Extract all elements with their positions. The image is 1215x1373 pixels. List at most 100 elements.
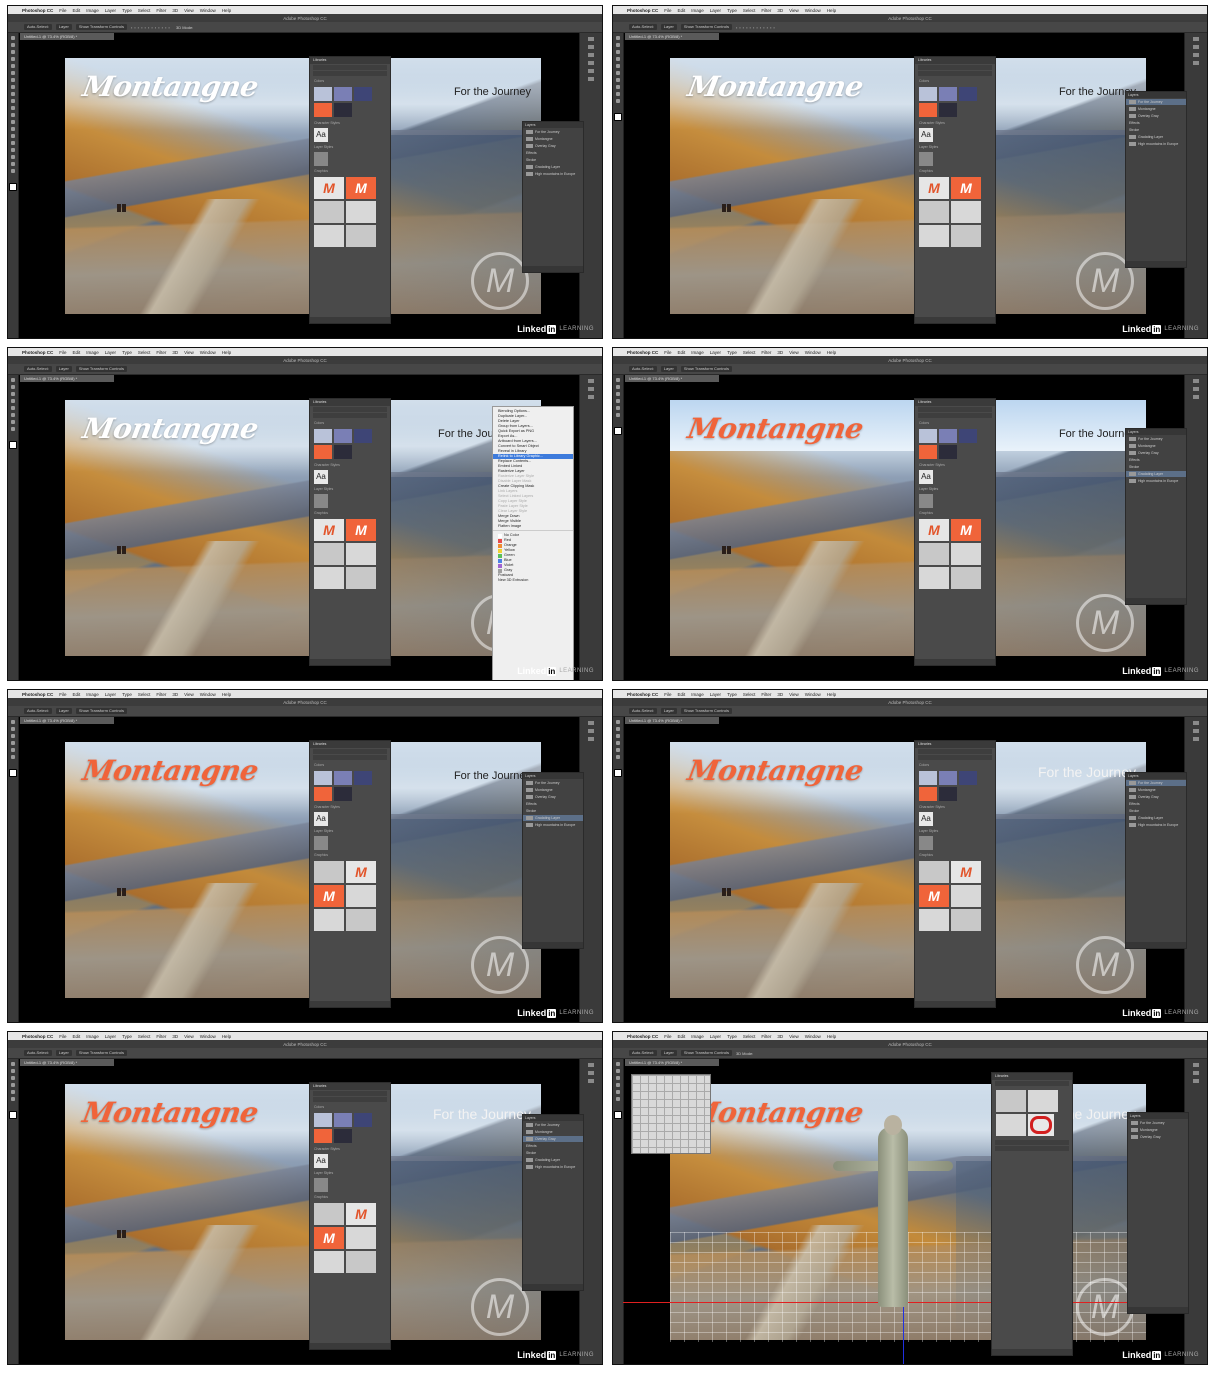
graphic-item[interactable] — [919, 201, 949, 223]
shape-tool-icon[interactable] — [11, 155, 15, 159]
layer-row[interactable]: Stroke — [1126, 464, 1186, 470]
app-menu[interactable]: Photoshop CC — [627, 1034, 658, 1039]
graphic-item[interactable] — [314, 909, 344, 931]
move-tool-icon[interactable] — [11, 36, 15, 40]
auto-select-toggle[interactable]: Auto-Select: — [24, 1050, 52, 1056]
swatch[interactable] — [919, 445, 937, 459]
document-tab[interactable]: Untitled-1 @ 73.4% (RGB/8) * — [20, 33, 114, 40]
dock-icon[interactable] — [1193, 379, 1199, 383]
layer-row[interactable]: Gradating Layer — [1126, 815, 1186, 821]
graphic-item[interactable] — [346, 543, 376, 565]
menu-window[interactable]: Window — [200, 8, 216, 13]
layer-row[interactable]: Gradating Layer — [523, 815, 583, 821]
menu-file[interactable]: File — [664, 8, 671, 13]
graphic-logo-item[interactable]: M — [314, 885, 344, 907]
type-tool-icon[interactable] — [11, 427, 15, 431]
move-tool-icon[interactable] — [616, 36, 620, 40]
menu-edit[interactable]: Edit — [678, 692, 686, 697]
move-tool-icon[interactable] — [11, 1062, 15, 1066]
dock-icon[interactable] — [588, 729, 594, 733]
graphic-item[interactable] — [314, 225, 344, 247]
brush-tool-icon[interactable] — [616, 406, 620, 410]
swatch[interactable] — [314, 429, 332, 443]
brush-tool-icon[interactable] — [11, 406, 15, 410]
lasso-tool-icon[interactable] — [616, 734, 620, 738]
dock-icon[interactable] — [588, 53, 594, 57]
swatch[interactable] — [919, 103, 937, 117]
library-item[interactable] — [995, 1146, 1069, 1151]
type-tool-icon[interactable] — [616, 755, 620, 759]
auto-select-toggle[interactable]: Auto-Select: — [629, 708, 657, 714]
menu-type[interactable]: Type — [727, 692, 737, 697]
menu-type[interactable]: Type — [727, 8, 737, 13]
pen-tool-icon[interactable] — [11, 420, 15, 424]
show-transform-checkbox[interactable]: Show Transform Controls — [680, 24, 732, 30]
swatch[interactable] — [314, 87, 332, 101]
menu-layer[interactable]: Layer — [710, 8, 721, 13]
crop-tool-icon[interactable] — [11, 741, 15, 745]
layer-row[interactable]: Stroke — [1126, 808, 1186, 814]
crop-tool-icon[interactable] — [616, 741, 620, 745]
menu-type[interactable]: Type — [122, 8, 132, 13]
show-transform-checkbox[interactable]: Show Transform Controls — [75, 366, 127, 372]
menu-help[interactable]: Help — [222, 350, 231, 355]
graphic-item[interactable] — [314, 1203, 344, 1225]
color-swatch-icon[interactable] — [614, 1111, 622, 1119]
layer-row[interactable]: Gradating Layer — [1126, 134, 1186, 140]
menu-type[interactable]: Type — [122, 350, 132, 355]
character-style-item[interactable]: Aa — [314, 470, 328, 484]
layer-row[interactable]: For the Journey — [1126, 99, 1186, 105]
type-tool-icon[interactable] — [616, 413, 620, 417]
swatch[interactable] — [919, 771, 937, 785]
layer-style-item[interactable] — [314, 836, 328, 850]
type-tool-icon[interactable] — [11, 1097, 15, 1101]
menu-help[interactable]: Help — [222, 692, 231, 697]
swatch[interactable] — [354, 429, 372, 443]
color-swatch-icon[interactable] — [9, 769, 17, 777]
swatch[interactable] — [334, 1113, 352, 1127]
menu-layer[interactable]: Layer — [710, 350, 721, 355]
menu-layer[interactable]: Layer — [105, 8, 116, 13]
dock-icon[interactable] — [588, 721, 594, 725]
menu-filter[interactable]: Filter — [761, 350, 771, 355]
auto-select-dropdown[interactable]: Layer — [660, 24, 677, 30]
menu-image[interactable]: Image — [691, 350, 704, 355]
menu-select[interactable]: Select — [743, 350, 756, 355]
menu-3d[interactable]: 3D — [172, 350, 178, 355]
graphic-logo-item[interactable]: M — [346, 1203, 376, 1225]
lasso-tool-icon[interactable] — [616, 392, 620, 396]
lasso-tool-icon[interactable] — [616, 1076, 620, 1080]
layer-row[interactable]: Montangne — [523, 1129, 583, 1135]
app-menu[interactable]: Photoshop CC — [627, 8, 658, 13]
document-tab[interactable]: Untitled-1 @ 73.4% (RGB/8) * — [625, 33, 719, 40]
menu-file[interactable]: File — [59, 692, 66, 697]
layer-row[interactable]: For the Journey — [523, 129, 583, 135]
menu-image[interactable]: Image — [691, 8, 704, 13]
swatch[interactable] — [334, 87, 352, 101]
app-menu[interactable]: Photoshop CC — [627, 692, 658, 697]
character-style-item[interactable]: Aa — [919, 812, 933, 826]
menu-window[interactable]: Window — [805, 8, 821, 13]
swatch[interactable] — [314, 445, 332, 459]
menu-select[interactable]: Select — [743, 1034, 756, 1039]
menu-select[interactable]: Select — [138, 350, 151, 355]
app-menu[interactable]: Photoshop CC — [22, 692, 53, 697]
layer-row[interactable]: Stroke — [523, 1150, 583, 1156]
menu-view[interactable]: View — [789, 1034, 799, 1039]
lasso-tool-icon[interactable] — [616, 50, 620, 54]
menu-filter[interactable]: Filter — [761, 8, 771, 13]
auto-select-dropdown[interactable]: Layer — [55, 1050, 72, 1056]
swatch[interactable] — [939, 103, 957, 117]
menu-3d[interactable]: 3D — [172, 8, 178, 13]
color-swatch-icon[interactable] — [614, 113, 622, 121]
menu-3d[interactable]: 3D — [777, 8, 783, 13]
graphic-logo-item[interactable]: M — [314, 177, 344, 199]
type-tool-icon[interactable] — [616, 1097, 620, 1101]
layer-style-item[interactable] — [919, 836, 933, 850]
pen-tool-icon[interactable] — [11, 134, 15, 138]
type-tool-icon[interactable] — [11, 141, 15, 145]
library-search[interactable] — [918, 407, 992, 412]
brush-tool-icon[interactable] — [616, 748, 620, 752]
graphic-item[interactable] — [951, 567, 981, 589]
path-select-icon[interactable] — [11, 148, 15, 152]
